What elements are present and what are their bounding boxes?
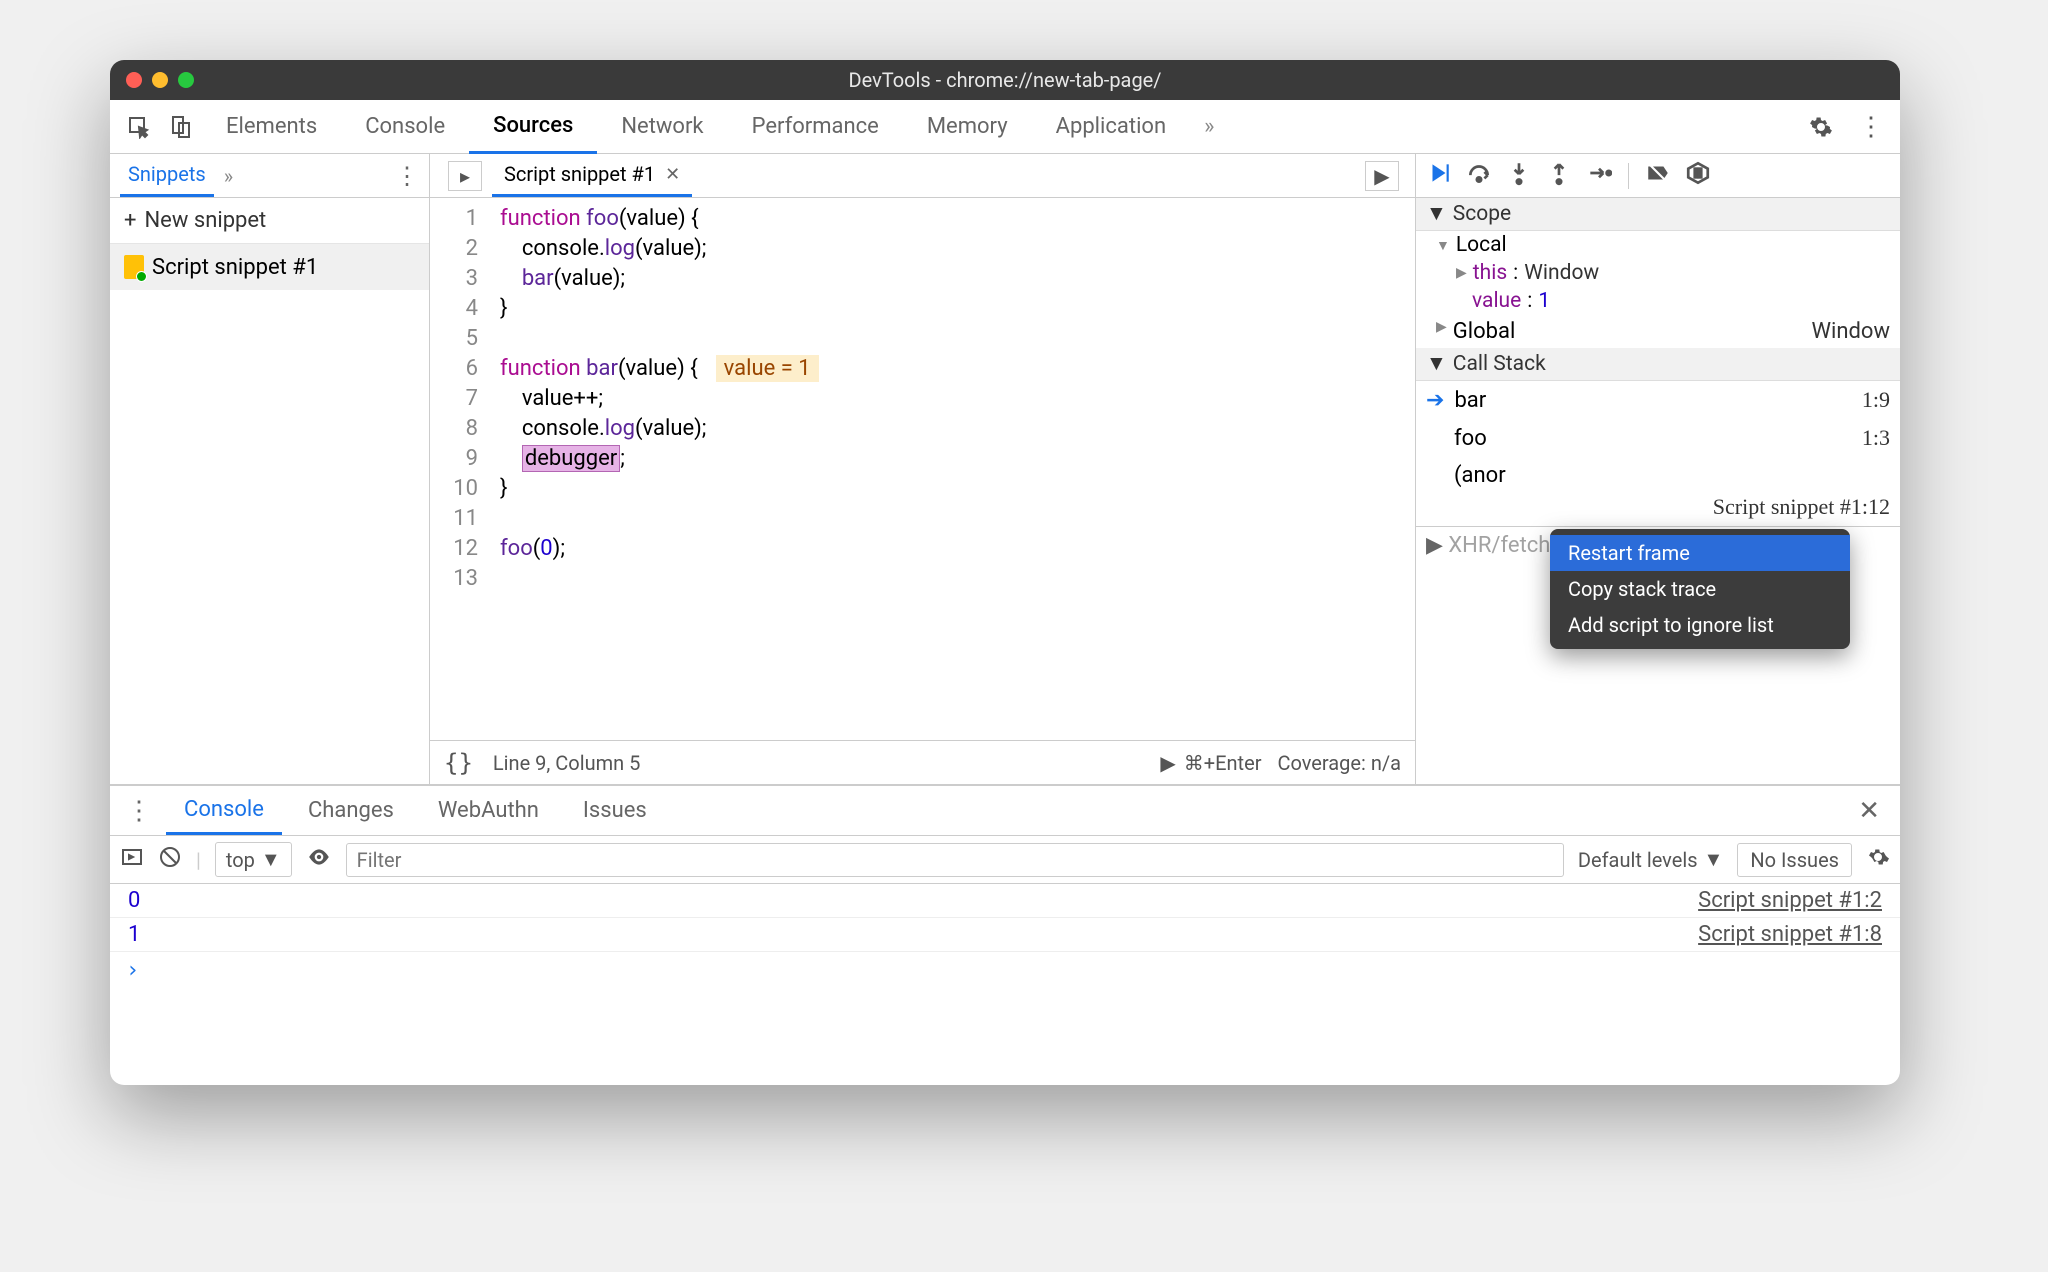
device-toggle-icon[interactable] [160,106,202,148]
new-snippet-label: New snippet [144,208,266,233]
console-context-selector[interactable]: top▼ [215,842,292,877]
tab-network[interactable]: Network [597,100,727,154]
scope-global[interactable]: ▶GlobalWindow [1416,315,1900,348]
console-filter-input[interactable] [346,843,1564,877]
kebab-icon[interactable]: ⋮ [1850,106,1892,148]
step-icon[interactable] [1586,160,1612,192]
context-menu: Restart frame Copy stack trace Add scrip… [1550,529,1850,649]
drawer-tab-changes[interactable]: Changes [290,788,412,833]
debugger-toolbar [1416,154,1900,198]
stack-frame-anon-loc: Script snippet #1:12 [1416,494,1900,526]
inspect-icon[interactable] [118,106,160,148]
stack-frame-foo[interactable]: foo1:3 [1416,419,1900,457]
toggle-navigator-icon[interactable]: ▸ [448,161,482,191]
drawer-kebab-icon[interactable]: ⋮ [120,796,158,826]
more-tabs-icon[interactable]: » [1190,114,1228,139]
navigator-tab-snippets[interactable]: Snippets [120,154,214,197]
window-minimize-icon[interactable] [152,72,168,88]
drawer-tab-console[interactable]: Console [166,787,282,835]
drawer-close-icon[interactable]: ✕ [1848,796,1890,826]
code-editor[interactable]: 12345678910111213 function foo(value) { … [430,198,1415,740]
resume-icon[interactable] [1426,160,1452,192]
navigator-more-icon[interactable]: » [214,164,243,188]
console-settings-icon[interactable] [1866,845,1890,874]
callstack-header[interactable]: ▼Call Stack [1416,348,1900,381]
pause-on-exceptions-icon[interactable] [1685,160,1711,192]
titlebar: DevTools - chrome://new-tab-page/ [110,60,1900,100]
run-shortcut-label: ⌘+Enter [1184,751,1262,775]
cursor-position: Line 9, Column 5 [493,751,640,775]
stack-frame-bar[interactable]: ➔bar1:9 [1416,381,1900,419]
pretty-print-icon[interactable]: {} [444,749,473,777]
console-prompt[interactable]: › [110,952,1900,989]
navigator-panel: Snippets » ⋮ + New snippet Script snippe… [110,154,430,784]
line-gutter: 12345678910111213 [430,198,490,740]
ctx-restart-frame[interactable]: Restart frame [1550,535,1850,571]
step-over-icon[interactable] [1466,160,1492,192]
step-into-icon[interactable] [1506,160,1532,192]
drawer-tab-issues[interactable]: Issues [565,788,665,833]
drawer-tab-webauthn[interactable]: WebAuthn [420,788,557,833]
ctx-ignore-list[interactable]: Add script to ignore list [1550,607,1850,643]
window-close-icon[interactable] [126,72,142,88]
deactivate-breakpoints-icon[interactable] [1645,160,1671,192]
snippet-item[interactable]: Script snippet #1 [110,244,429,290]
inline-value-hint: value = 1 [716,355,819,382]
log-level-selector[interactable]: Default levels▼ [1578,847,1723,872]
tab-application[interactable]: Application [1032,100,1190,154]
console-sidebar-toggle-icon[interactable] [120,845,144,874]
stack-frame-anon[interactable]: (anor [1416,457,1900,494]
editor-tab[interactable]: Script snippet #1 ✕ [492,154,692,197]
live-expression-icon[interactable] [306,844,332,875]
snippet-item-label: Script snippet #1 [152,255,318,280]
console-log-row[interactable]: 1Script snippet #1:8 [110,918,1900,952]
run-snippet-icon[interactable]: ▶ [1365,161,1399,191]
clear-console-icon[interactable] [158,845,182,874]
console-log-row[interactable]: 0Script snippet #1:2 [110,884,1900,918]
scope-value: value: 1 [1416,287,1900,315]
tab-console[interactable]: Console [341,100,469,154]
step-out-icon[interactable] [1546,160,1572,192]
navigator-kebab-icon[interactable]: ⋮ [395,162,419,190]
scope-this[interactable]: ▶this: Window [1416,259,1900,287]
main-tab-bar: Elements Console Sources Network Perform… [110,100,1900,154]
editor-panel: ▸ Script snippet #1 ✕ ▶ 1234567891011121… [430,154,1416,784]
console-output: 0Script snippet #1:2 1Script snippet #1:… [110,884,1900,1085]
coverage-label: Coverage: n/a [1277,751,1401,775]
new-snippet-button[interactable]: + New snippet [110,198,429,244]
window-title: DevTools - chrome://new-tab-page/ [848,68,1161,92]
tab-elements[interactable]: Elements [202,100,341,154]
ctx-copy-stack[interactable]: Copy stack trace [1550,571,1850,607]
plus-icon: + [124,208,136,233]
editor-tab-label: Script snippet #1 [504,162,655,186]
debugger-panel: ▼Scope ▼Local ▶this: Window value: 1 ▶Gl… [1416,154,1900,784]
close-tab-icon[interactable]: ✕ [665,164,680,185]
scope-local[interactable]: ▼Local [1416,231,1900,259]
console-toolbar: | top▼ Default levels▼ No Issues [110,836,1900,884]
editor-status-bar: {} Line 9, Column 5 ▶ ⌘+Enter Coverage: … [430,740,1415,784]
drawer: ⋮ Console Changes WebAuthn Issues ✕ | to… [110,785,1900,1085]
scope-header[interactable]: ▼Scope [1416,198,1900,231]
window-zoom-icon[interactable] [178,72,194,88]
tab-memory[interactable]: Memory [903,100,1032,154]
play-icon[interactable]: ▶ [1160,751,1175,775]
no-issues-button[interactable]: No Issues [1737,843,1852,877]
tab-sources[interactable]: Sources [469,100,597,154]
snippet-file-icon [124,255,144,279]
tab-performance[interactable]: Performance [728,100,903,154]
settings-icon[interactable] [1800,106,1842,148]
